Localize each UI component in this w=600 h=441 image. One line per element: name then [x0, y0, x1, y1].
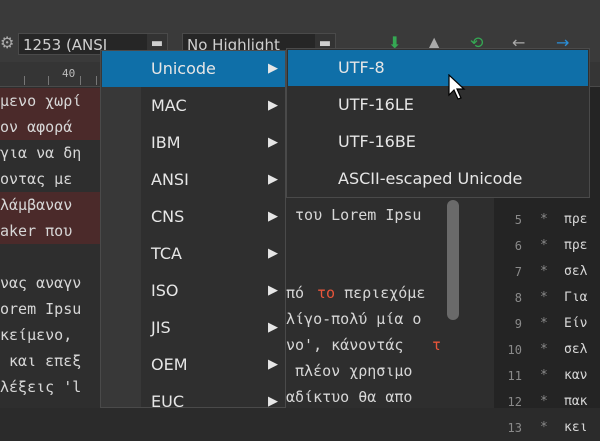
editor-line[interactable]: νας αναγν	[0, 270, 100, 296]
submenu-item-label: ASCII-escaped Unicode	[338, 169, 523, 188]
menu-item-jis[interactable]: JIS ▶	[102, 310, 285, 346]
editor-line[interactable]	[0, 244, 100, 270]
menu-item-label: TCA	[151, 244, 182, 263]
menu-item-cns[interactable]: CNS ▶	[102, 199, 285, 235]
line-number: 9	[514, 317, 522, 331]
preview-text: πρε	[564, 212, 588, 227]
line-number-gutter: 9 *	[494, 311, 550, 337]
menu-item-label: OEM	[151, 355, 188, 374]
preview-text: σελ	[564, 264, 588, 279]
line-number-gutter: 10 *	[494, 337, 550, 363]
line-number: 12	[507, 395, 522, 409]
editor-line[interactable]: λάμβαναν	[0, 192, 100, 218]
editor-line[interactable]: για να δη	[0, 140, 100, 166]
line-number-gutter: 7 *	[494, 259, 550, 285]
line-number: 11	[507, 369, 522, 383]
ruler-label: 40	[62, 67, 76, 80]
editor-line-fragment: νο', κάνοντάς	[286, 336, 413, 354]
editor-line[interactable]: και επεξ	[0, 348, 100, 374]
submenu-arrow-icon: ▶	[268, 357, 278, 372]
preview-text: Για	[564, 290, 588, 305]
submenu-arrow-icon: ▶	[268, 320, 278, 335]
submenu-item-ascii-escaped-unicode[interactable]: ASCII-escaped Unicode	[288, 161, 588, 197]
submenu-item-utf-16be[interactable]: UTF-16BE	[288, 124, 588, 160]
scrollbar-thumb[interactable]	[447, 200, 459, 320]
line-number: 5	[514, 213, 522, 227]
menu-item-tca[interactable]: TCA ▶	[102, 236, 285, 272]
keyword-highlight: το	[432, 336, 442, 354]
line-number-gutter: 12 *	[494, 389, 550, 415]
menu-item-label: Unicode	[151, 59, 216, 78]
line-number-gutter: 8 *	[494, 285, 550, 311]
editor-line-fragment: πλέον χρησιμο	[286, 362, 413, 380]
preview-text: Είν	[564, 316, 588, 331]
editor-line[interactable]: ον αφορά	[0, 114, 100, 140]
menu-item-unicode[interactable]: Unicode ▶	[102, 51, 285, 87]
line-number-gutter: 13 *	[494, 415, 550, 441]
editor-line[interactable]: λέξεις 'l	[0, 374, 100, 400]
submenu-item-label: UTF-8	[338, 58, 385, 77]
unicode-submenu: UTF-8 UTF-16LE UTF-16BE ASCII-escaped Unico…	[286, 48, 590, 198]
preview-text: κει	[564, 420, 588, 435]
preview-text: πρε	[564, 238, 588, 253]
submenu-arrow-icon: ▶	[268, 209, 278, 224]
preview-text: πακ	[564, 394, 588, 409]
editor-line-fragment: αδίκτυο θα απο	[286, 388, 413, 406]
line-number-gutter: 5 *	[494, 207, 550, 233]
line-number-gutter: 11 *	[494, 363, 550, 389]
editor-line[interactable]: aker που	[0, 218, 100, 244]
menu-item-mac[interactable]: MAC ▶	[102, 88, 285, 124]
submenu-item-label: UTF-16LE	[338, 95, 414, 114]
menu-item-label: EUC	[151, 392, 184, 411]
submenu-arrow-icon: ▶	[268, 61, 278, 76]
menu-item-iso[interactable]: ISO ▶	[102, 273, 285, 309]
preview-text: σελ	[564, 342, 588, 357]
submenu-item-utf-16le[interactable]: UTF-16LE	[288, 87, 588, 123]
submenu-arrow-icon: ▶	[268, 246, 278, 261]
editor-line[interactable]: orem Ipsu	[0, 296, 100, 322]
menu-item-label: JIS	[151, 318, 171, 337]
submenu-item-utf-8[interactable]: UTF-8	[288, 50, 588, 86]
menu-item-oem[interactable]: OEM ▶	[102, 347, 285, 383]
menu-item-ibm[interactable]: IBM ▶	[102, 125, 285, 161]
editor-line[interactable]: κείμενο,	[0, 322, 100, 348]
gear-icon[interactable]: ⚙	[0, 33, 14, 53]
submenu-item-label: UTF-16BE	[338, 132, 416, 151]
editor-line[interactable]: οντας με	[0, 166, 100, 192]
line-number: 7	[514, 265, 522, 279]
menu-item-label: IBM	[151, 133, 181, 152]
mouse-cursor-icon	[448, 74, 466, 100]
menu-item-label: MAC	[151, 96, 187, 115]
preview-text: καν	[564, 368, 588, 383]
submenu-arrow-icon: ▶	[268, 135, 278, 150]
menu-item-ansi[interactable]: ANSI ▶	[102, 162, 285, 198]
line-number: 13	[507, 421, 522, 435]
submenu-arrow-icon: ▶	[268, 172, 278, 187]
line-number: 8	[514, 291, 522, 305]
submenu-arrow-icon: ▶	[268, 283, 278, 298]
encoding-menu: Unicode ▶ MAC ▶ IBM ▶ ANSI ▶ CNS ▶ TCA ▶ ISO ▶ JIS ▶ OEM…	[100, 50, 286, 411]
menu-item-label: ANSI	[151, 170, 189, 189]
menu-item-label: CNS	[151, 207, 185, 226]
line-number: 6	[514, 239, 522, 253]
editor-line-fragment: λίγο-πολύ μία ο	[286, 310, 422, 328]
editor-line[interactable]: μενο χωρί	[0, 88, 100, 114]
submenu-arrow-icon: ▶	[268, 394, 278, 409]
menu-item-euc[interactable]: EUC ▶	[102, 384, 285, 420]
editor-line-fragment: του Lorem Ipsu	[286, 206, 422, 224]
encoding-combo-value: 1253 (ANSI	[23, 36, 108, 54]
editor-line-fragment: το	[432, 332, 442, 358]
line-number: 10	[507, 343, 522, 357]
editor-line-fragment: το περιεχόμε	[317, 284, 426, 302]
line-number-gutter: 6 *	[494, 233, 550, 259]
keyword-highlight: το	[317, 284, 336, 302]
submenu-arrow-icon: ▶	[268, 98, 278, 113]
menu-item-label: ISO	[151, 281, 179, 300]
